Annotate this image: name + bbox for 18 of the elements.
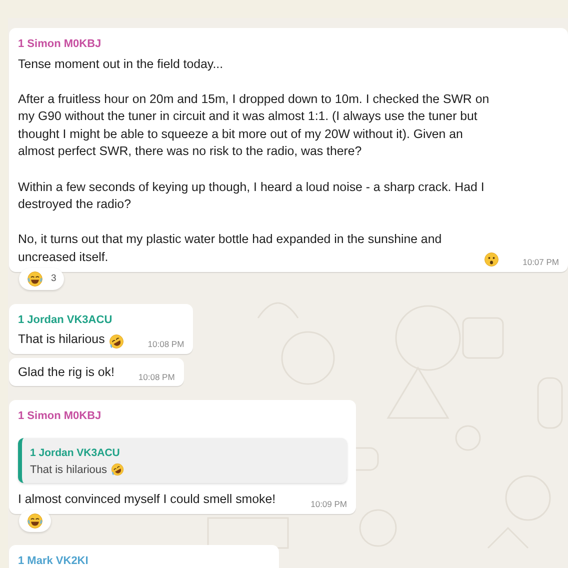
- sender-name: 1 Simon M0KBJ: [18, 37, 102, 52]
- message-text: After a fruitless hour on 20m and 15m, I dropped down to 10m. I checked the SWR on my G90 without the tuner in circuit and it was almost 1:1. (I always use the tuner but thought I might be able to squeeze a bit more out of my 20W without it). Given an almost perfect SWR, there was no risk to the radio, was there?: [18, 90, 490, 160]
- timestamp: 10:07 PM: [522, 256, 559, 269]
- message-text: I almost convinced myself I could smell smoke!: [18, 491, 276, 508]
- sender-name: 1 Simon M0KBJ: [18, 409, 102, 424]
- reaction-count: 3: [51, 272, 56, 286]
- timestamp: 10:08 PM: [148, 338, 184, 351]
- sender-name: 1 Jordan VK3ACU: [18, 312, 112, 328]
- message-text: Glad the rig is ok!: [18, 364, 114, 381]
- quoted-text: That is hilarious: [30, 462, 108, 478]
- message-text: No, it turns out that my plastic water bottle had expanded in the sunshine and uncreased itself.: [18, 231, 443, 266]
- timestamp: 10:08 PM: [138, 370, 175, 384]
- quoted-sender: 1 Jordan VK3ACU: [30, 446, 120, 461]
- message-text: Tense moment out in the field today...: [18, 56, 224, 73]
- sender-name: 1 Mark VK2KI: [18, 554, 88, 568]
- timestamp: 10:09 PM: [310, 498, 347, 511]
- message-text: Within a few seconds of keying up though, I heard a loud noise - a sharp crack. Had I destroyed the radio?: [18, 178, 486, 214]
- message-text: That is hilarious: [18, 331, 105, 348]
